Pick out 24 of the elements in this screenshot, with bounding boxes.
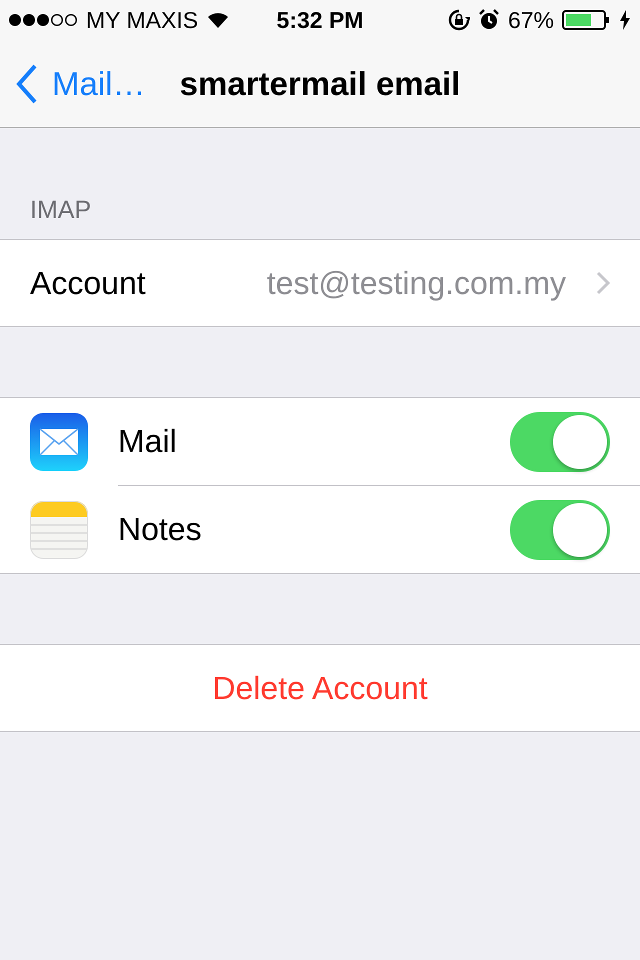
back-chevron-icon (16, 64, 38, 104)
status-time: 5:32 PM (276, 6, 364, 34)
rotation-lock-icon (448, 9, 470, 31)
delete-account-button[interactable]: Delete Account (0, 644, 640, 732)
account-row[interactable]: Account test@testing.com.my (0, 240, 640, 326)
row-label: Notes (118, 511, 203, 548)
toggle-switch[interactable] (510, 500, 610, 560)
charging-icon (620, 10, 630, 30)
alarm-icon (478, 9, 500, 31)
row-label: Mail (118, 423, 178, 460)
carrier-name: MY MAXIS (86, 6, 198, 34)
wifi-icon (206, 11, 230, 29)
battery-icon (562, 9, 612, 31)
battery-percent: 67% (508, 6, 554, 34)
toggle-switch[interactable] (510, 412, 610, 472)
row-label: Account (30, 264, 147, 302)
row-value: test@testing.com.my (266, 264, 566, 302)
mail-app-icon (30, 412, 88, 470)
chevron-icon (596, 271, 610, 295)
notes-app-icon (30, 500, 88, 558)
nav-title: smartermail email (180, 64, 460, 102)
section-header: IMAP (29, 196, 92, 226)
back-button[interactable]: Mail… (0, 64, 146, 104)
signal-icon (8, 13, 78, 27)
